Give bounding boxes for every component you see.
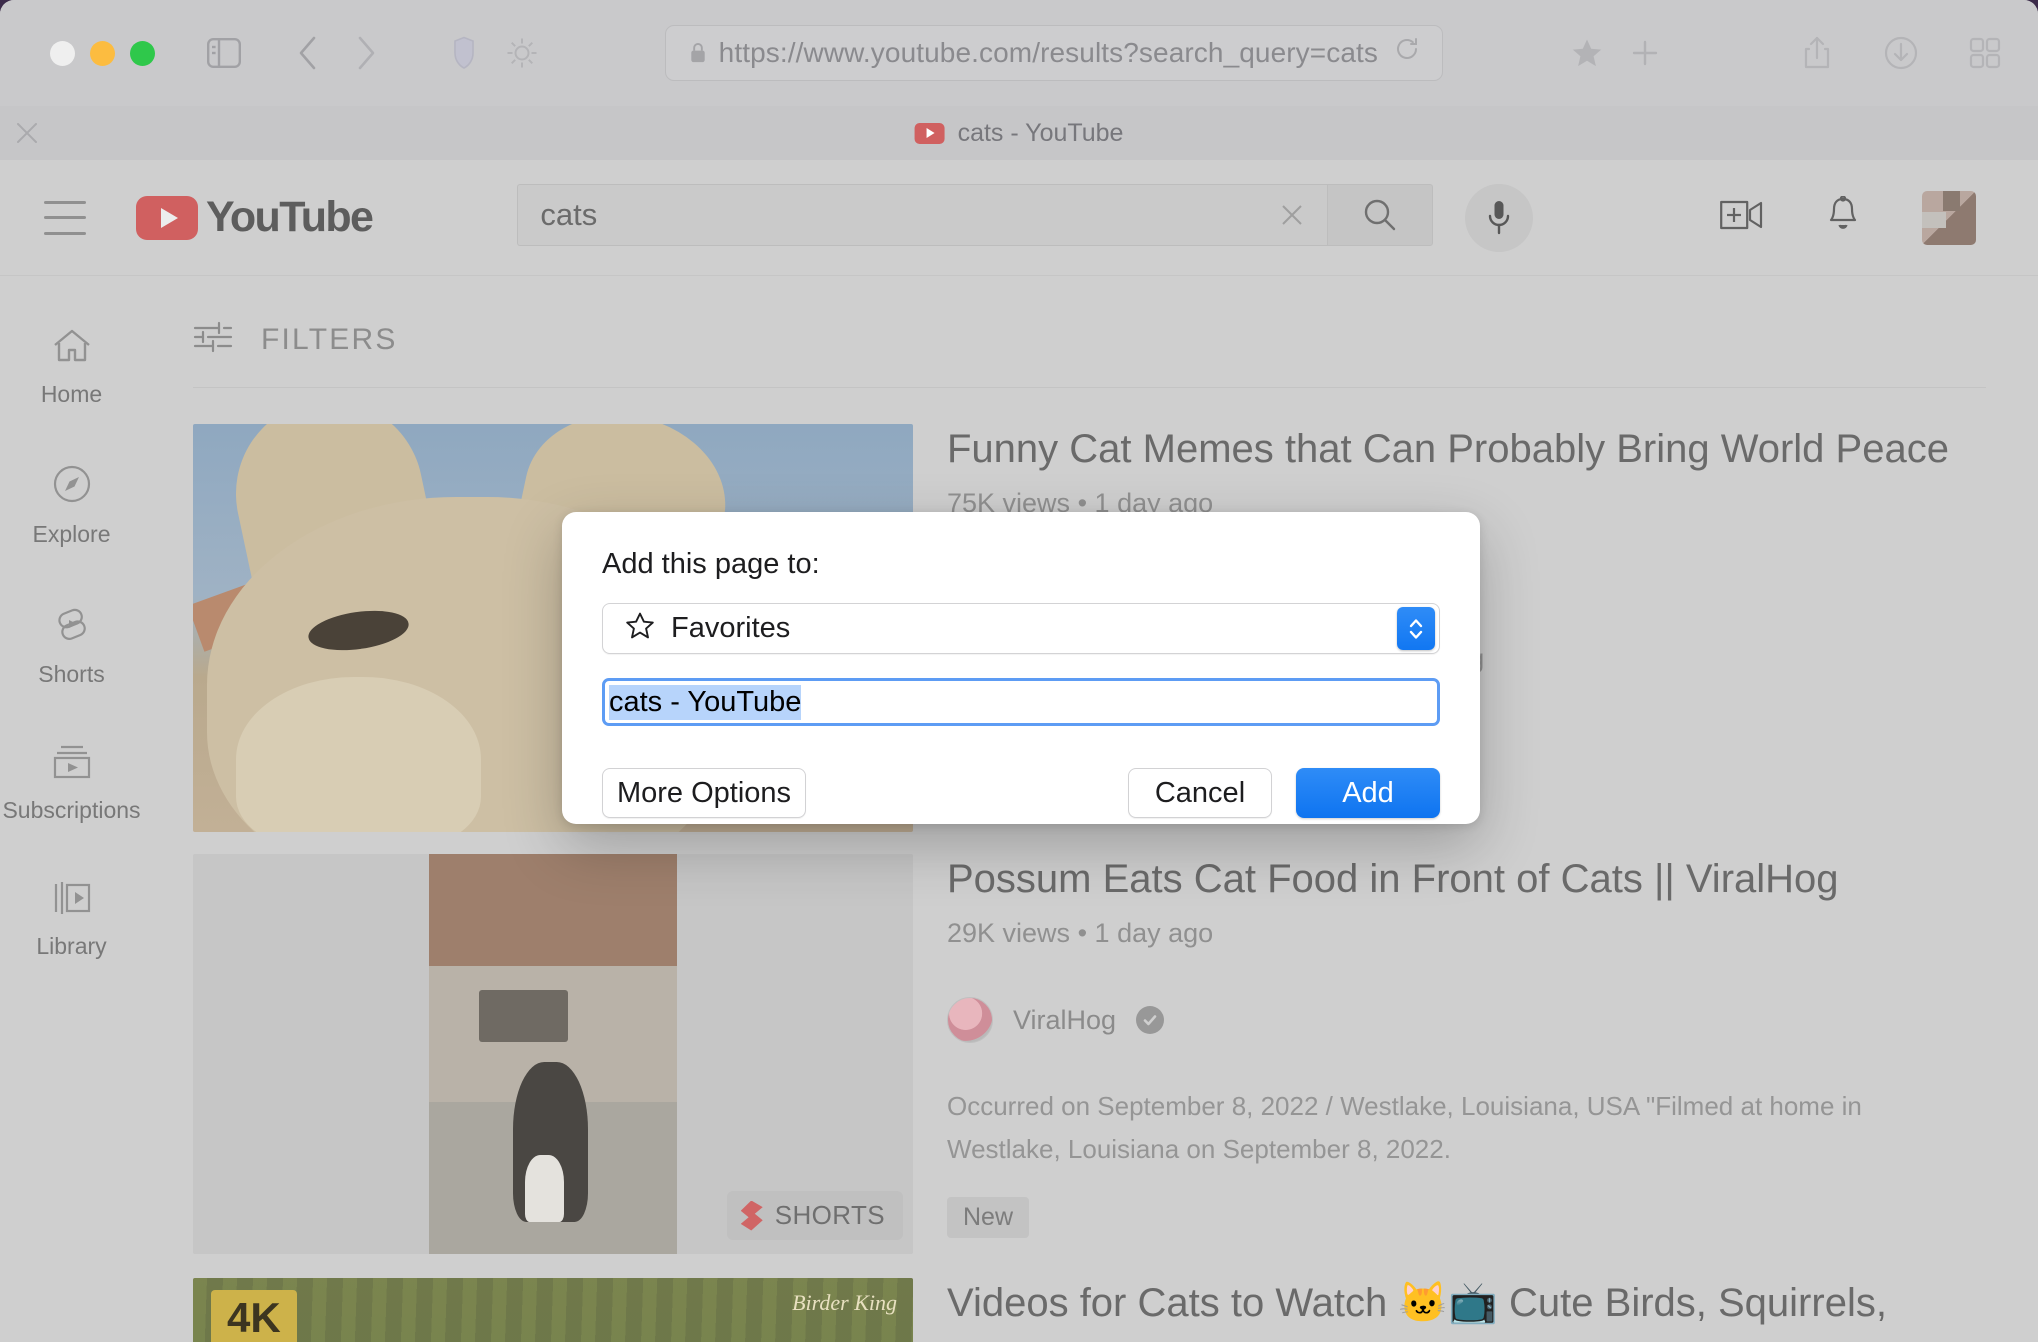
more-options-button[interactable]: More Options [602,768,806,818]
add-bookmark-dialog: Add this page to: Favorites cats - YouTu… [562,512,1480,824]
add-button[interactable]: Add [1296,768,1440,818]
dialog-buttons: More Options Cancel Add [602,768,1440,818]
cancel-button[interactable]: Cancel [1128,768,1272,818]
browser-window: https://www.youtube.com/results?search_q… [0,0,2038,1342]
bookmark-name-value: cats - YouTube [609,685,801,720]
folder-select-value: Favorites [671,612,790,645]
up-down-chevrons-icon[interactable] [1397,607,1435,650]
dialog-layer: Add this page to: Favorites cats - YouTu… [0,0,2038,1342]
star-outline-icon [625,611,655,646]
folder-select[interactable]: Favorites [602,603,1440,654]
bookmark-name-input[interactable]: cats - YouTube [602,678,1440,726]
dialog-title: Add this page to: [602,548,1440,581]
